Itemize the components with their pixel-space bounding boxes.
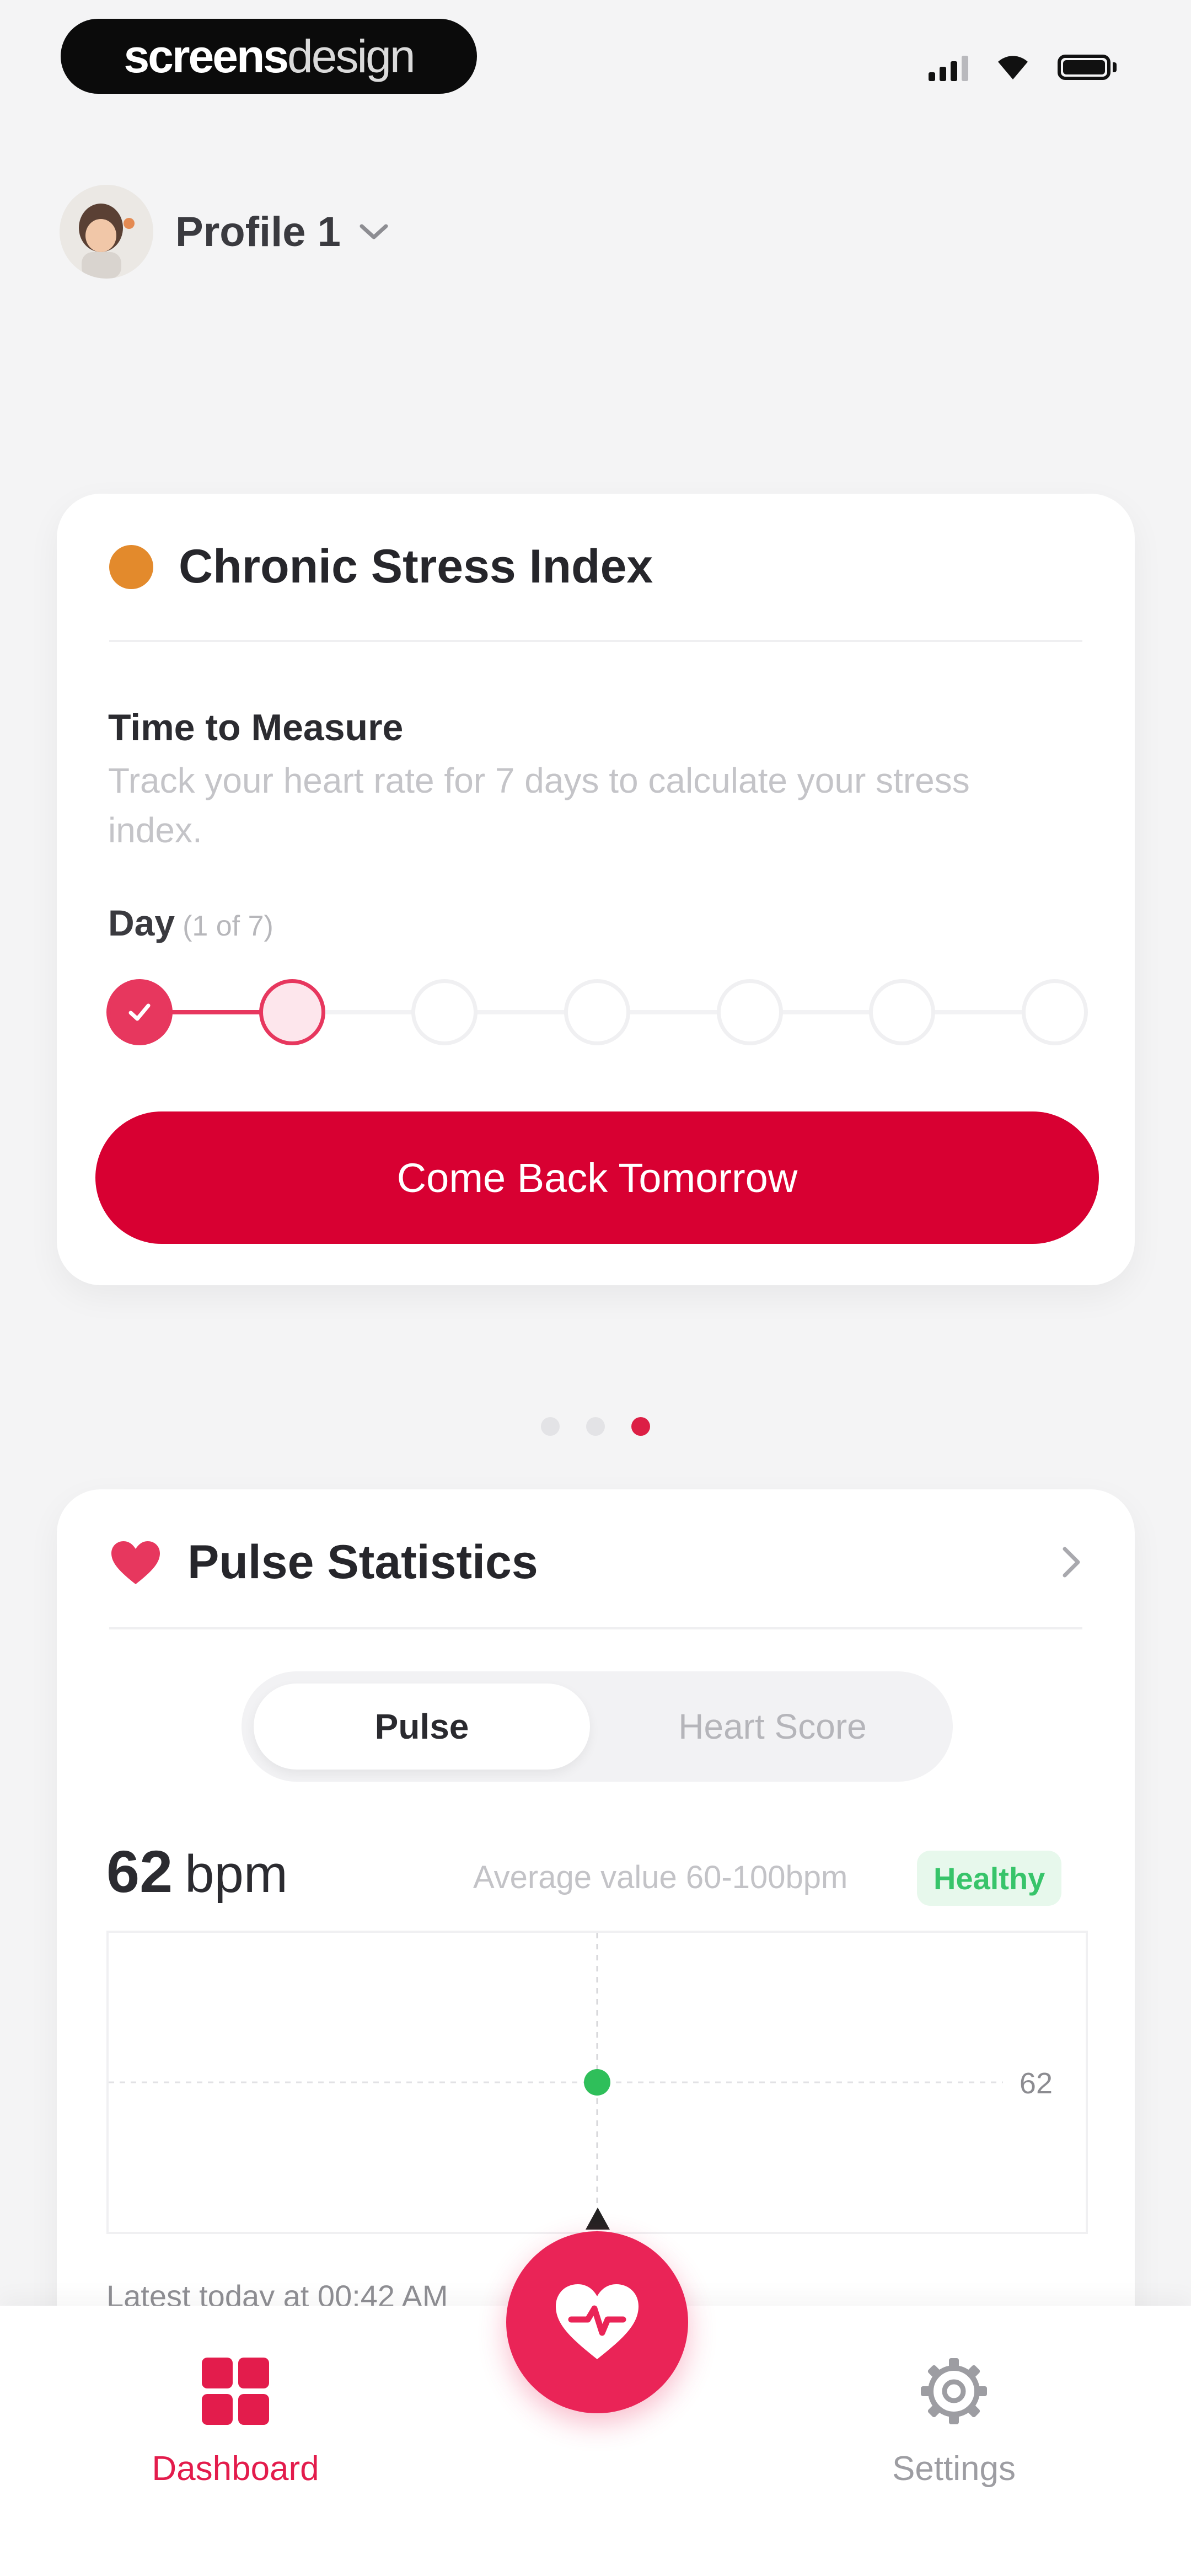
status-dot-icon [109, 544, 153, 589]
dashboard-icon [202, 2358, 269, 2425]
status-icons [929, 51, 1117, 84]
pulse-card-header[interactable]: Pulse Statistics [109, 1489, 1082, 1636]
bpm-readout: 62 bpm [106, 1837, 288, 1906]
pulse-card-divider [109, 1627, 1082, 1629]
avatar[interactable] [60, 185, 153, 279]
day-label: Day (1 of 7) [108, 902, 273, 944]
chart-data-point [584, 2069, 610, 2096]
screensdesign-watermark: screens design [61, 19, 477, 94]
pager-dot[interactable] [541, 1417, 560, 1436]
chart-value-label: 62 [1020, 2067, 1053, 2100]
tab-pulse[interactable]: Pulse [254, 1684, 590, 1770]
day-step-6 [869, 979, 935, 1045]
stress-card-header: Chronic Stress Index [109, 494, 1082, 640]
tab-dashboard[interactable]: Dashboard [103, 2355, 368, 2488]
day-step-3 [411, 979, 478, 1045]
average-range-text: Average value 60-100bpm [473, 1859, 848, 1895]
measure-title: Time to Measure [108, 707, 404, 749]
status-badge: Healthy [917, 1851, 1062, 1906]
day-step-5 [717, 979, 783, 1045]
stress-index-card: Chronic Stress Index Time to Measure Tra… [57, 494, 1135, 1285]
stress-card-divider [109, 640, 1082, 642]
day-step-7 [1022, 979, 1088, 1045]
stress-card-title: Chronic Stress Index [179, 540, 653, 593]
chevron-right-icon[interactable] [1060, 1544, 1082, 1580]
pager-dot[interactable] [586, 1417, 605, 1436]
day-count: (1 of 7) [183, 910, 273, 942]
measure-description: Track your heart rate for 7 days to calc… [108, 761, 970, 850]
cellular-signal-icon [929, 54, 968, 81]
watermark-bold: screens [124, 30, 289, 82]
status-bar: screens design [0, 0, 1191, 110]
gear-icon [921, 2358, 987, 2424]
day-label-text: Day [108, 902, 175, 943]
heart-icon [111, 1541, 160, 1584]
bpm-value: 62 [106, 1838, 173, 1905]
chart-cursor-marker [586, 2208, 610, 2230]
pulse-chart-svg: 62 [109, 1933, 1053, 2232]
tab-settings[interactable]: Settings [822, 2355, 1086, 2488]
watermark-light: design [287, 30, 416, 82]
day-step-2 [259, 979, 325, 1045]
wifi-icon [998, 56, 1028, 79]
day-step-4 [564, 979, 630, 1045]
card-pager [0, 1415, 1191, 1437]
bpm-unit: bpm [185, 1845, 288, 1904]
tab-dashboard-label: Dashboard [152, 2450, 319, 2488]
chevron-down-icon[interactable] [357, 221, 390, 243]
pulse-mode-toggle: Pulse Heart Score [242, 1671, 953, 1782]
tab-settings-label: Settings [892, 2450, 1016, 2488]
tab-heart-score[interactable]: Heart Score [604, 1684, 941, 1770]
profile-selector[interactable]: Profile 1 [60, 182, 390, 281]
day-step-1 [106, 979, 173, 1045]
measure-heart-button[interactable] [506, 2231, 688, 2413]
day-stepper [106, 974, 1088, 1051]
pulse-card-title: Pulse Statistics [187, 1536, 538, 1589]
pulse-chart: 62 [106, 1931, 1088, 2234]
battery-icon [1058, 55, 1117, 80]
check-icon [128, 1003, 151, 1021]
pager-dot-active[interactable] [631, 1417, 650, 1436]
profile-name[interactable]: Profile 1 [175, 208, 341, 256]
stepper-line-remaining [294, 1010, 1055, 1014]
heart-pulse-icon [556, 2284, 639, 2359]
come-back-tomorrow-button[interactable]: Come Back Tomorrow [95, 1111, 1099, 1244]
